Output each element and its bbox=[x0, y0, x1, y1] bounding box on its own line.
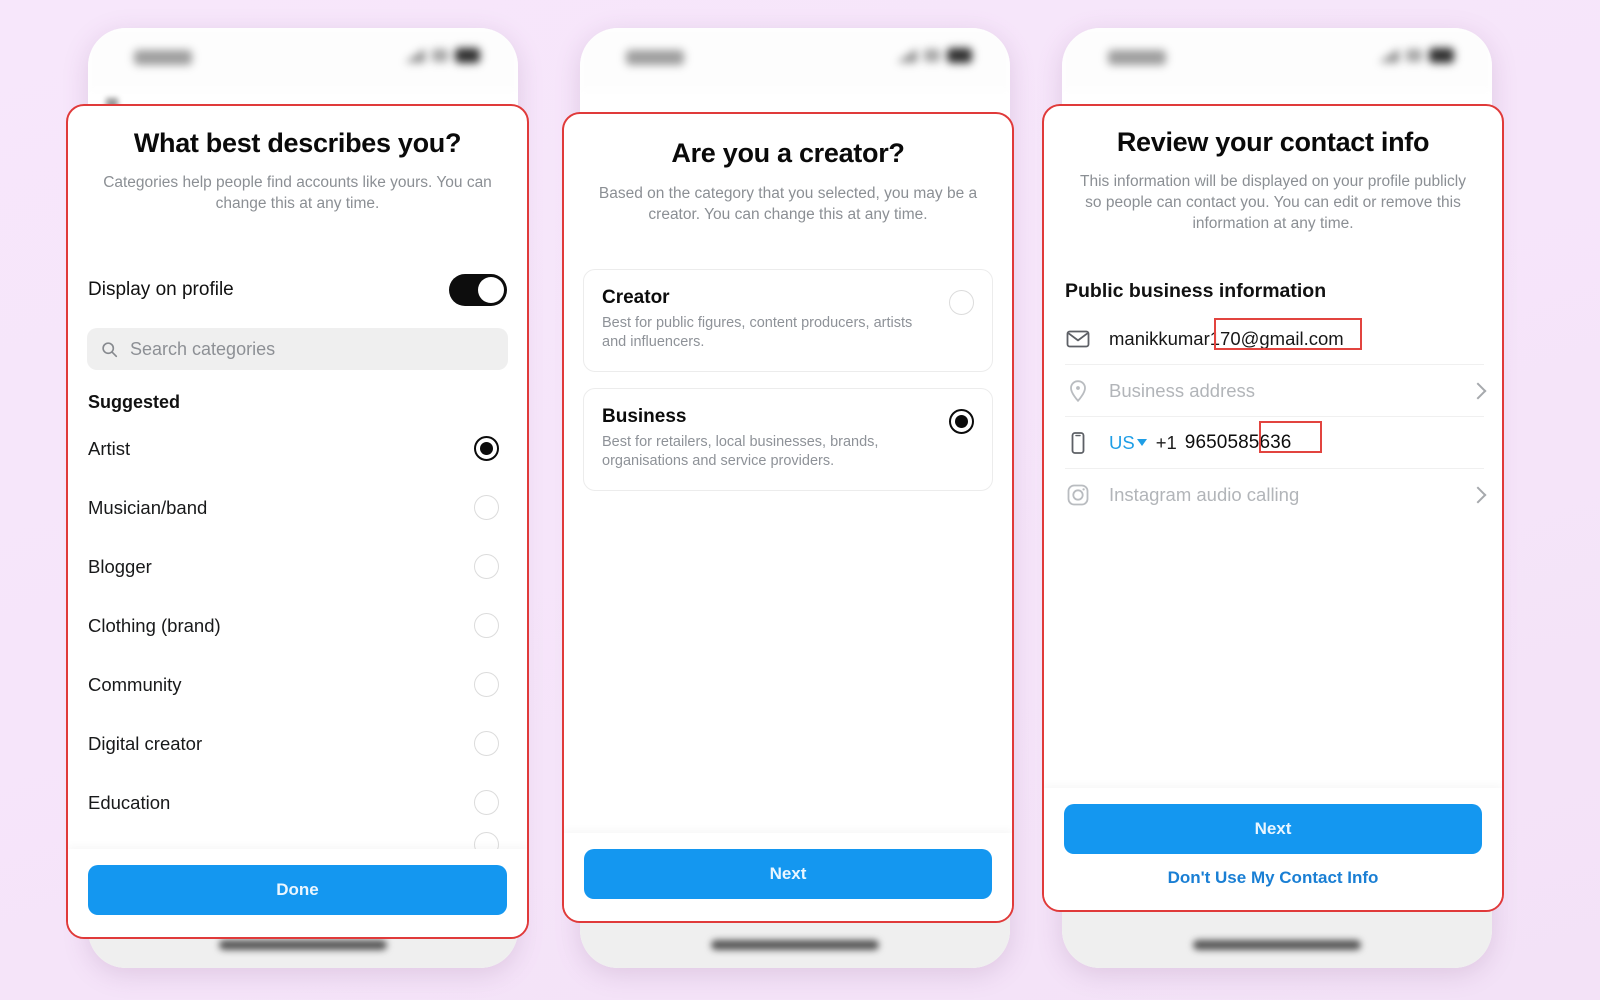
page-title: Are you a creator? bbox=[671, 138, 905, 168]
status-time bbox=[1108, 50, 1166, 65]
contact-row-email[interactable]: manikkumar170@gmail.com bbox=[1065, 313, 1484, 365]
list-item[interactable]: Education bbox=[68, 773, 527, 832]
list-item[interactable]: Digital creator bbox=[68, 714, 527, 773]
display-on-profile-toggle[interactable] bbox=[449, 274, 507, 306]
display-on-profile-label: Display on profile bbox=[88, 279, 234, 300]
option-card-creator[interactable]: Creator Best for public figures, content… bbox=[583, 269, 993, 372]
chevron-right-icon bbox=[1469, 486, 1487, 504]
signal-icon bbox=[405, 48, 425, 63]
next-button[interactable]: Next bbox=[1064, 804, 1482, 854]
option-card-business[interactable]: Business Best for retailers, local busin… bbox=[583, 388, 993, 491]
option-title: Creator bbox=[602, 287, 670, 308]
option-radio-business[interactable] bbox=[949, 409, 974, 434]
category-label: Education bbox=[88, 791, 171, 813]
page-subtitle: This information will be displayed on yo… bbox=[1080, 173, 1466, 232]
search-placeholder: Search categories bbox=[130, 338, 276, 359]
option-description: Best for retailers, local businesses, br… bbox=[602, 434, 879, 469]
home-indicator bbox=[1193, 940, 1361, 950]
category-radio[interactable] bbox=[474, 436, 499, 461]
toggle-knob bbox=[478, 277, 504, 303]
wifi-icon bbox=[1406, 49, 1422, 62]
screen-creator: Are you a creator? Based on the category… bbox=[562, 112, 1014, 923]
search-icon bbox=[102, 341, 118, 357]
wifi-icon bbox=[924, 49, 940, 62]
signal-icon bbox=[1379, 48, 1399, 63]
list-item[interactable]: Clothing (brand) bbox=[68, 596, 527, 655]
option-radio-creator[interactable] bbox=[949, 290, 974, 315]
home-indicator bbox=[711, 940, 879, 950]
battery-icon bbox=[947, 48, 972, 63]
category-label: Clothing (brand) bbox=[88, 614, 221, 636]
status-time bbox=[626, 50, 684, 65]
option-title: Business bbox=[602, 406, 687, 427]
public-business-information-header: Public business information bbox=[1065, 280, 1327, 302]
screen-contact-info: Review your contact info This informatio… bbox=[1042, 104, 1504, 912]
email-value: manikkumar170@gmail.com bbox=[1109, 327, 1344, 349]
category-radio[interactable] bbox=[474, 495, 499, 520]
category-radio[interactable] bbox=[474, 790, 499, 815]
category-radio[interactable] bbox=[474, 554, 499, 579]
category-list: Artist Musician/band Blogger Clothing (b… bbox=[68, 419, 527, 858]
page-title: Review your contact info bbox=[1116, 127, 1430, 157]
contact-row-phone[interactable]: US +1 9650585636 bbox=[1065, 417, 1484, 469]
category-radio[interactable] bbox=[474, 613, 499, 638]
page-subtitle: Categories help people find accounts lik… bbox=[103, 174, 492, 212]
location-pin-icon bbox=[1070, 379, 1086, 402]
chevron-down-icon bbox=[1136, 439, 1147, 446]
display-on-profile-row[interactable]: Display on profile bbox=[88, 274, 507, 306]
dont-use-contact-info-link[interactable]: Don't Use My Contact Info bbox=[1064, 868, 1482, 888]
list-item[interactable]: Blogger bbox=[68, 537, 527, 596]
category-label: Artist bbox=[88, 437, 131, 459]
signal-icon bbox=[897, 48, 917, 63]
category-label: Musician/band bbox=[88, 496, 208, 518]
footer-actions: Next Don't Use My Contact Info bbox=[1044, 788, 1502, 910]
home-indicator bbox=[219, 940, 387, 950]
status-bar bbox=[88, 28, 518, 90]
status-indicators bbox=[1379, 48, 1454, 63]
battery-icon bbox=[1429, 48, 1454, 63]
list-item[interactable]: Artist bbox=[68, 419, 527, 478]
phone-number-value: 9650585636 bbox=[1184, 431, 1292, 453]
country-code-selector[interactable]: US bbox=[1109, 432, 1135, 454]
category-label: Community bbox=[88, 673, 182, 695]
chevron-right-icon bbox=[1469, 382, 1487, 399]
dial-code: +1 bbox=[1155, 431, 1177, 453]
category-radio[interactable] bbox=[474, 672, 499, 697]
next-button[interactable]: Next bbox=[584, 849, 992, 899]
instagram-audio-calling-placeholder: Instagram audio calling bbox=[1109, 484, 1300, 505]
envelope-icon bbox=[1066, 330, 1090, 347]
search-categories-field[interactable]: Search categories bbox=[87, 328, 508, 370]
contact-row-business-address[interactable]: Business address bbox=[1065, 365, 1487, 417]
footer-actions: Done bbox=[68, 849, 527, 937]
category-radio[interactable] bbox=[474, 731, 499, 756]
status-bar bbox=[580, 28, 1010, 90]
wifi-icon bbox=[432, 49, 448, 62]
suggested-section-header: Suggested bbox=[88, 392, 181, 412]
page-title: What best describes you? bbox=[133, 128, 462, 158]
business-address-placeholder: Business address bbox=[1109, 379, 1256, 401]
screen-categories: What best describes you? Categories help… bbox=[66, 104, 529, 939]
list-item[interactable]: Musician/band bbox=[68, 478, 527, 537]
status-indicators bbox=[897, 48, 972, 63]
instagram-icon bbox=[1067, 484, 1089, 506]
option-description: Best for public figures, content produce… bbox=[602, 315, 913, 350]
footer-actions: Next bbox=[564, 833, 1012, 921]
status-bar bbox=[1062, 28, 1492, 90]
battery-icon bbox=[455, 48, 480, 63]
status-indicators bbox=[405, 48, 480, 63]
category-label: Digital creator bbox=[88, 732, 203, 754]
contact-row-instagram-audio-calling[interactable]: Instagram audio calling bbox=[1065, 469, 1487, 521]
status-time bbox=[134, 50, 192, 65]
done-button[interactable]: Done bbox=[88, 865, 507, 915]
category-label: Blogger bbox=[88, 555, 152, 577]
list-item[interactable]: Community bbox=[68, 655, 527, 714]
mobile-phone-icon bbox=[1071, 431, 1085, 454]
page-subtitle: Based on the category that you selected,… bbox=[598, 185, 978, 223]
